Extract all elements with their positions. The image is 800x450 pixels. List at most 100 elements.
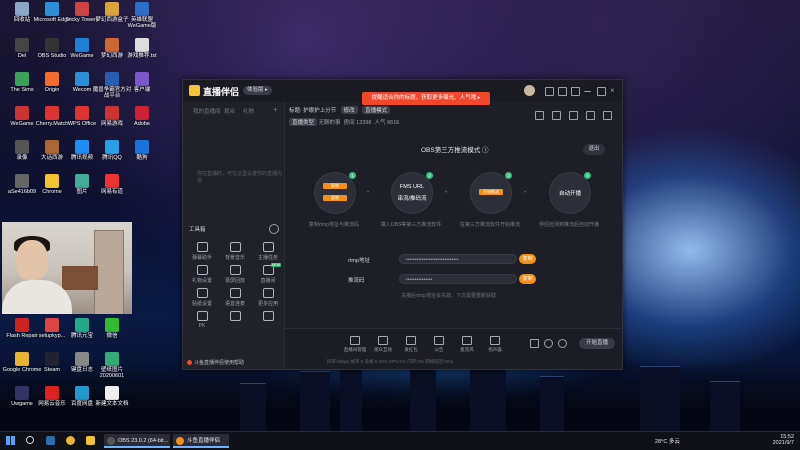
app-icon	[15, 140, 29, 154]
tab-audience[interactable]: 观众	[224, 107, 235, 115]
bottom-tool[interactable]: 麦克风	[455, 336, 479, 353]
tool-item[interactable]	[220, 311, 250, 323]
menu-icon[interactable]	[571, 87, 580, 96]
settings-icon[interactable]	[558, 339, 567, 348]
promo-banner[interactable]: 提醒适合你的标题，获取更多曝光、人气哦 ▸	[362, 92, 490, 105]
skin-icon[interactable]	[558, 87, 567, 96]
tool-label: 直播间	[260, 278, 276, 284]
step-4-circle: 4 自动开播	[549, 172, 591, 214]
add-tab-button[interactable]: +	[273, 105, 278, 114]
app-icon	[75, 140, 89, 154]
desktop-icon[interactable]: 微信	[92, 318, 132, 339]
desktop-icon[interactable]: 酷狗	[122, 140, 162, 161]
start-push-mini-button[interactable]: 开始推流	[479, 189, 503, 195]
help-notice[interactable]: 斗鱼直播伴侣使用帮助	[187, 359, 244, 366]
version-badge[interactable]: 体验版 ▸	[243, 86, 272, 95]
app-icon	[75, 2, 89, 16]
tool-label: 录屏回放	[224, 278, 245, 284]
desktop-icon[interactable]: Adobe	[122, 106, 162, 127]
tool-item[interactable]: 语音连麦	[220, 288, 250, 307]
tool-item[interactable]: 主播任务	[253, 242, 283, 261]
left-panel: 我的直播间 观众 礼物 + 你在直播时，可在这里设置你的直播内容 工具箱 弹幕助…	[183, 102, 285, 369]
tool-icon	[229, 288, 241, 298]
bell-icon[interactable]	[586, 111, 595, 120]
gift-icon[interactable]	[535, 111, 544, 120]
copy-key-button[interactable]: 复制	[519, 274, 536, 284]
tool-item[interactable]: 录屏回放	[220, 265, 250, 284]
steam-icon[interactable]	[46, 436, 55, 445]
app-icon	[135, 106, 149, 120]
tool-item[interactable]: PK	[187, 311, 217, 329]
category-value[interactable]: 无聊的事	[319, 120, 341, 126]
step-1-circle: 1 复制 复制	[314, 172, 356, 214]
empty-hint: 你在直播时，可在这里设置你的直播内容	[197, 171, 283, 184]
desktop-icon-label: Adobe	[134, 121, 150, 127]
camera-icon[interactable]	[530, 339, 539, 348]
edit-title-button[interactable]: 修改	[340, 106, 358, 114]
start-live-button[interactable]: 开始直播	[579, 338, 615, 349]
bottom-tool[interactable]: 发红包	[399, 336, 423, 353]
app-icon	[45, 318, 59, 332]
tool-item[interactable]: 贴纸设置	[187, 288, 217, 307]
desktop-icon[interactable]: 新建文本文档	[92, 386, 132, 407]
toolbox-settings-icon[interactable]	[269, 224, 279, 234]
desktop-icon[interactable]: 客户端	[122, 72, 162, 93]
task-obs[interactable]: OBS 23.0.2 (64-bit...	[104, 434, 170, 448]
copy-rtmp-mini-button[interactable]: 复制	[323, 183, 347, 189]
avatar[interactable]	[524, 85, 535, 96]
tool-label: PK	[198, 323, 206, 329]
copy-rtmp-button[interactable]: 复制	[519, 254, 536, 264]
tool-label: 弹幕助手	[191, 255, 212, 261]
task-live-companion[interactable]: 斗鱼直播伴侣	[173, 434, 229, 448]
step-2-circle: 2 FMS URL 串流/推码流	[391, 172, 433, 214]
app-icon	[45, 106, 59, 120]
app-brand: 直播伴侣	[203, 87, 240, 97]
bottom-tool[interactable]: 扬声器	[483, 336, 507, 353]
app-icon	[105, 38, 119, 52]
bottom-tool[interactable]: 观众互动	[371, 336, 395, 353]
tool-item[interactable]: 礼物设置	[187, 265, 217, 284]
exit-button[interactable]: 退出	[583, 144, 605, 155]
tab-room[interactable]: 我的直播间	[193, 107, 221, 115]
eye-icon[interactable]	[544, 339, 553, 348]
close-icon[interactable]: ×	[610, 87, 617, 95]
bottom-tool[interactable]: 直播间管理	[343, 336, 367, 353]
copy-key-mini-button[interactable]: 复制	[323, 195, 347, 201]
app-icon	[75, 72, 89, 86]
tool-label: 语音连麦	[224, 301, 245, 307]
minimize-icon[interactable]	[584, 87, 591, 92]
weather-widget[interactable]: 28°C 多云	[655, 437, 680, 445]
desktop-icon[interactable]: 壁纸图片20200601	[92, 352, 132, 379]
chrome-icon[interactable]	[66, 436, 75, 445]
message-icon[interactable]	[545, 87, 554, 96]
clock[interactable]: 15:52 2021/9/7	[773, 434, 794, 446]
tool-item[interactable]: 更多应用	[253, 288, 283, 307]
tool-item[interactable]: 弹幕助手	[187, 242, 217, 261]
mode-chip[interactable]: 直播模式	[362, 106, 391, 114]
desktop-icon[interactable]: 网易有道	[92, 174, 132, 195]
chart-icon[interactable]	[569, 111, 578, 120]
desktop-icon[interactable]: 英雄联盟WeGame版	[122, 2, 162, 29]
tool-item[interactable]	[253, 311, 283, 323]
windows-start-icon[interactable]	[6, 436, 15, 445]
tool-item[interactable]: 直播间 NEW	[253, 263, 283, 284]
app-logo-icon	[189, 85, 200, 96]
share-icon[interactable]	[603, 111, 612, 120]
tab-gifts[interactable]: 礼物	[243, 107, 254, 115]
record-icon[interactable]	[552, 111, 561, 120]
rtmp-field[interactable]: ••••••••••••••••••••••••••••••	[399, 254, 517, 264]
desktop-icon-label: 酷狗	[136, 155, 148, 161]
bottom-tool[interactable]: 公告	[427, 336, 451, 353]
stream-key-field[interactable]: •••••••••••••••	[399, 274, 517, 284]
desktop-icon[interactable]: 游戏推荐.txt	[122, 38, 162, 59]
companion-icon	[176, 437, 184, 445]
app-icon	[75, 106, 89, 120]
maximize-icon[interactable]	[597, 87, 606, 96]
bottom-tool-icon	[490, 336, 500, 345]
tool-item[interactable]: 背景音乐	[220, 242, 250, 261]
search-icon[interactable]	[26, 436, 34, 444]
new-badge: NEW	[270, 263, 281, 267]
app-icon	[45, 38, 59, 52]
folder-icon[interactable]	[86, 436, 95, 445]
tool-label: 贴纸设置	[191, 301, 212, 307]
